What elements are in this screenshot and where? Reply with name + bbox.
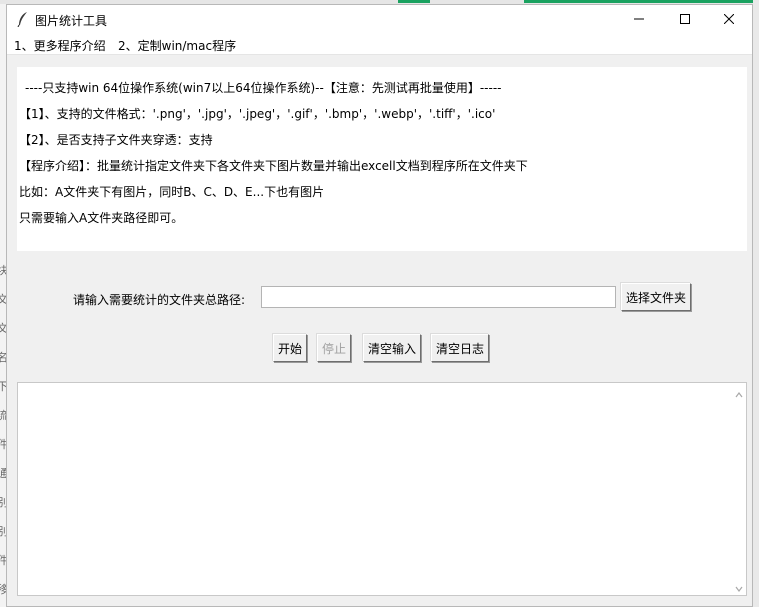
feather-icon xyxy=(17,11,29,28)
window-title: 图片统计工具 xyxy=(35,14,108,28)
clear-input-button[interactable]: 清空输入 xyxy=(363,334,421,362)
clear-log-button[interactable]: 清空日志 xyxy=(431,334,489,362)
info-line-os-notice: ----只支持win 64位操作系统(win7以上64位操作系统)--【注意：先… xyxy=(25,81,502,95)
info-line-formats: 【1】、支持的文件格式：'.png'，'.jpg'，'.jpeg'，'.gif'… xyxy=(19,107,496,121)
app-window: 图片统计工具 1、更多程序介绍 2、定制win/mac程序 ----只支持win… xyxy=(6,4,753,607)
info-panel: ----只支持win 64位操作系统(win7以上64位操作系统)--【注意：先… xyxy=(17,67,747,251)
folder-path-input[interactable] xyxy=(261,286,616,308)
log-textarea[interactable] xyxy=(17,382,747,596)
info-line-subfolders: 【2】、是否支持子文件夹穿透：支持 xyxy=(19,133,213,147)
info-line-example: 比如：A文件夹下有图片，同时B、C、D、E...下也有图片 xyxy=(19,185,325,199)
menu-item-custom-program[interactable]: 2、定制win/mac程序 xyxy=(118,37,236,54)
menu-item-more-programs[interactable]: 1、更多程序介绍 xyxy=(14,37,106,54)
minimize-icon xyxy=(634,14,644,24)
start-button[interactable]: 开始 xyxy=(273,334,307,362)
maximize-button[interactable] xyxy=(662,5,708,33)
choose-folder-button[interactable]: 选择文件夹 xyxy=(621,283,691,311)
scroll-up-icon[interactable] xyxy=(735,388,743,398)
log-scrollbar[interactable] xyxy=(732,383,746,595)
info-line-instruction: 只需要输入A文件夹路径即可。 xyxy=(19,211,184,225)
background-accent-bar xyxy=(398,0,430,3)
info-line-description: 【程序介绍】：批量统计指定文件夹下各文件夹下图片数量并输出excell文档到程序… xyxy=(19,159,528,173)
title-bar[interactable]: 图片统计工具 xyxy=(7,5,752,33)
close-button[interactable] xyxy=(706,5,752,33)
scroll-down-icon[interactable] xyxy=(735,582,743,592)
stop-button[interactable]: 停止 xyxy=(317,334,351,362)
minimize-button[interactable] xyxy=(616,5,662,33)
background-accent-bar xyxy=(524,0,759,3)
menu-bar: 1、更多程序介绍 2、定制win/mac程序 xyxy=(7,33,752,55)
maximize-icon xyxy=(680,14,690,24)
background-app-right-edge xyxy=(753,0,759,607)
close-icon xyxy=(724,14,734,24)
folder-path-label: 请输入需要统计的文件夹总路径: xyxy=(73,293,246,307)
